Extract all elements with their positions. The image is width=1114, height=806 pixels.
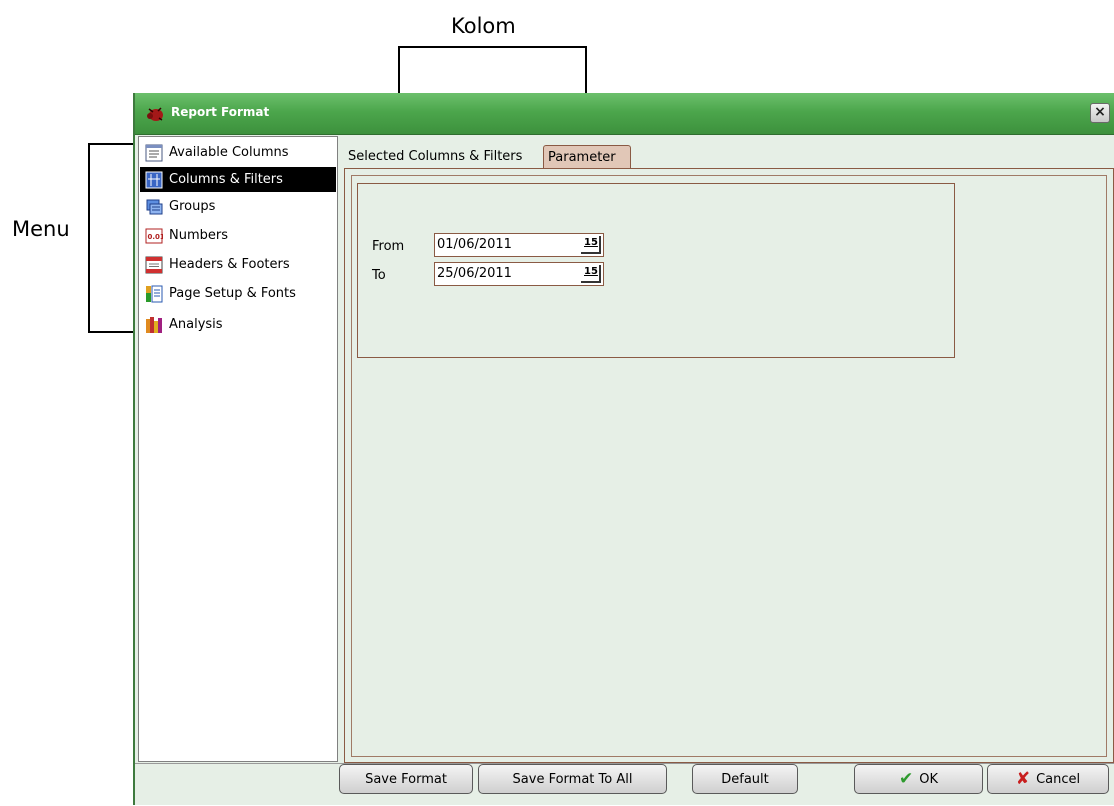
ok-button[interactable]: ✔ OK [854, 764, 983, 794]
from-label: From [372, 239, 405, 254]
sidebar-item-analysis[interactable]: Analysis [140, 312, 336, 337]
sidebar-item-headers-footers[interactable]: Headers & Footers [140, 252, 336, 277]
default-label: Default [721, 771, 769, 787]
sidebar-item-numbers[interactable]: 0.01 Numbers [140, 223, 336, 248]
sidebar-item-label: Available Columns [169, 145, 289, 160]
analysis-icon [146, 316, 162, 333]
menu-bracket-top [88, 143, 134, 145]
columns-filter-icon [145, 171, 163, 188]
report-format-window: Report Format × Available Columns Column… [133, 93, 1114, 805]
sidebar-item-label: Analysis [169, 317, 223, 332]
page-setup-icon [146, 285, 163, 302]
kolom-annotation: Kolom [451, 14, 516, 38]
kolom-bracket-left [398, 46, 400, 93]
bug-app-icon [147, 107, 163, 121]
window-title: Report Format [171, 105, 270, 119]
svg-text:0.01: 0.01 [148, 233, 164, 241]
calendar-icon: 15 [584, 237, 598, 248]
cancel-button[interactable]: ✘ Cancel [987, 764, 1109, 794]
sidebar-item-label: Page Setup & Fonts [169, 286, 296, 301]
ok-label: OK [919, 771, 938, 787]
sidebar-menu: Available Columns Columns & Filters Grou… [138, 136, 338, 762]
cancel-label: Cancel [1036, 771, 1081, 787]
tab-parameter[interactable]: Parameter [543, 145, 631, 168]
parameter-inner-panel: From 01/06/2011 15 To 25/06/2011 15 [351, 175, 1107, 757]
headers-footers-icon [145, 256, 163, 273]
menu-bracket-left [88, 143, 90, 333]
sidebar-item-groups[interactable]: Groups [140, 194, 336, 219]
menu-bracket-bottom [88, 331, 134, 333]
to-date-field[interactable]: 25/06/2011 15 [434, 262, 604, 286]
sidebar-item-label: Headers & Footers [169, 257, 290, 272]
sidebar-item-label: Groups [169, 199, 216, 214]
check-icon: ✔ [898, 769, 914, 789]
save-format-to-all-label: Save Format To All [512, 771, 633, 787]
tab-selected-columns-filters[interactable]: Selected Columns & Filters [344, 145, 540, 168]
button-bar: Save Format Save Format To All Default ✔… [135, 763, 1114, 806]
groups-icon [146, 199, 163, 214]
from-date-value: 01/06/2011 [437, 237, 512, 252]
default-button[interactable]: Default [692, 764, 798, 794]
save-format-button[interactable]: Save Format [339, 764, 473, 794]
save-format-label: Save Format [365, 771, 447, 787]
menu-annotation: Menu [12, 217, 70, 241]
list-icon [145, 144, 163, 161]
kolom-bracket-top [398, 46, 587, 48]
sidebar-item-label: Numbers [169, 228, 228, 243]
sidebar-item-label: Columns & Filters [169, 172, 283, 187]
title-bar[interactable]: Report Format × [135, 93, 1114, 135]
calendar-icon: 15 [584, 266, 598, 277]
save-format-to-all-button[interactable]: Save Format To All [478, 764, 667, 794]
sidebar-item-available-columns[interactable]: Available Columns [140, 140, 336, 165]
from-date-field[interactable]: 01/06/2011 15 [434, 233, 604, 257]
kolom-bracket-right [585, 46, 587, 93]
calendar-button[interactable]: 15 [581, 236, 601, 254]
calendar-button[interactable]: 15 [581, 265, 601, 283]
to-date-value: 25/06/2011 [437, 266, 512, 281]
close-button[interactable]: × [1090, 103, 1110, 123]
to-label: To [372, 268, 386, 283]
parameter-panel: From 01/06/2011 15 To 25/06/2011 15 [344, 168, 1114, 763]
date-range-group: From 01/06/2011 15 To 25/06/2011 15 [357, 183, 955, 358]
x-icon: ✘ [1015, 769, 1031, 789]
numbers-icon: 0.01 [145, 228, 164, 243]
sidebar-item-columns-filters[interactable]: Columns & Filters [140, 167, 336, 192]
sidebar-item-page-setup-fonts[interactable]: Page Setup & Fonts [140, 281, 336, 306]
